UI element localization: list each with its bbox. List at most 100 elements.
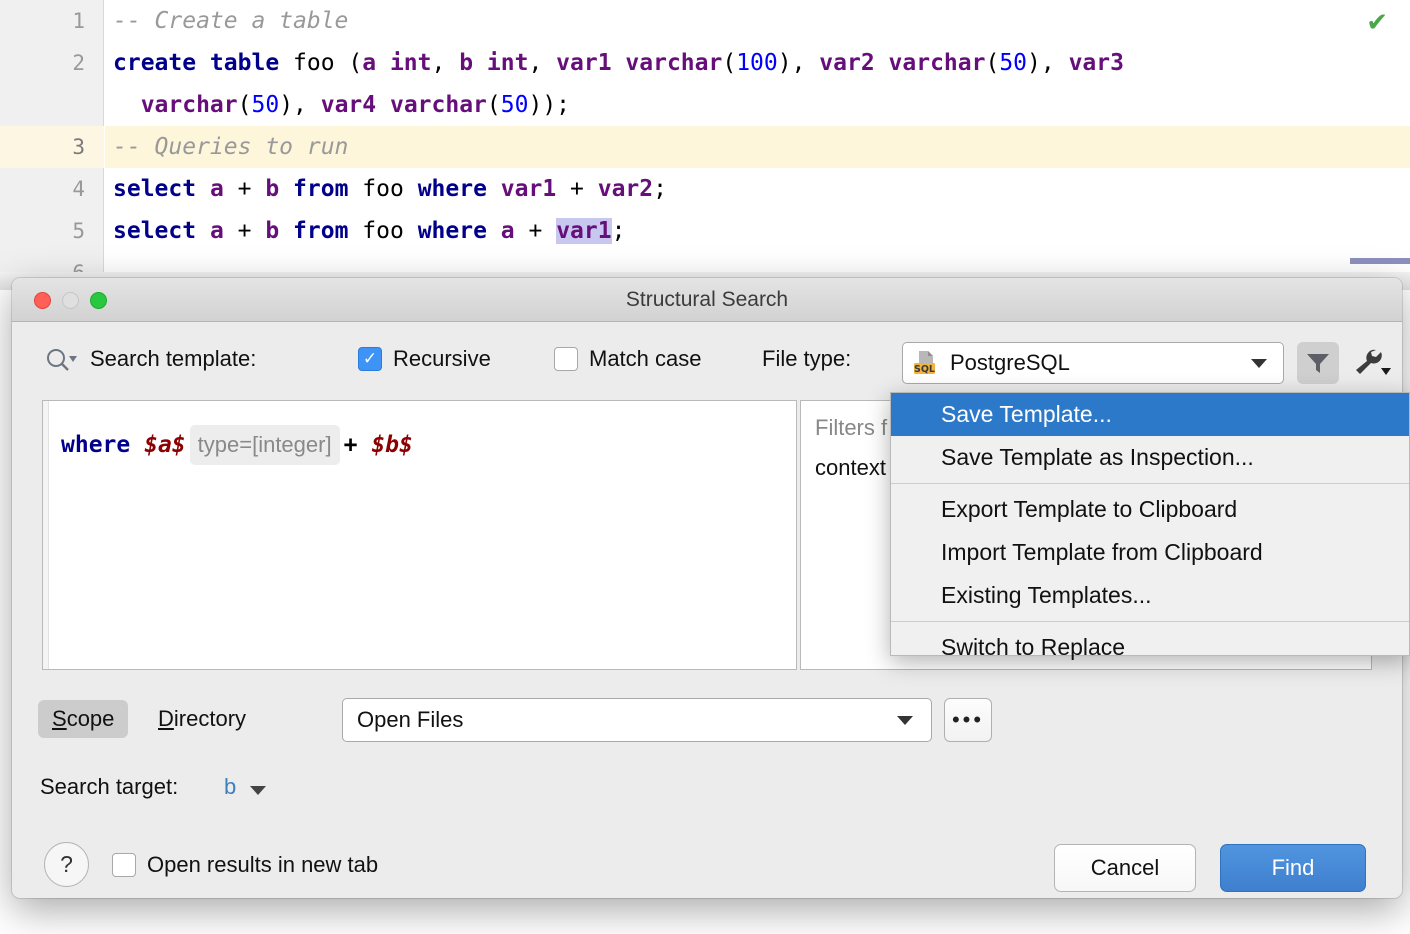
menu-item-import-template-from-clipboard[interactable]: Import Template from Clipboard: [891, 531, 1409, 574]
filters-context-label: context: [815, 455, 886, 481]
sql-text: (: [985, 50, 999, 76]
line-number: 2: [72, 42, 85, 84]
code-line-2-wrap: varchar(50), var4 varchar(50));: [113, 84, 570, 126]
sql-keyword: select: [113, 176, 196, 202]
file-type-dropdown[interactable]: SQL PostgreSQL: [902, 342, 1284, 384]
match-case-label: Match case: [589, 346, 702, 372]
dialog-title-bar[interactable]: Structural Search: [12, 278, 1402, 322]
template-operator: +: [344, 428, 358, 462]
menu-separator: [891, 483, 1409, 484]
sql-file-icon: SQL: [912, 350, 938, 376]
sql-text: (: [238, 92, 252, 118]
template-filter-chip[interactable]: type=[integer]: [190, 425, 340, 465]
cancel-button[interactable]: Cancel: [1054, 844, 1196, 892]
search-template-editor[interactable]: where $a$type=[integer]+ $b$: [42, 400, 797, 670]
sql-comment: -- Create a table: [113, 8, 348, 34]
code-line-3: -- Queries to run: [113, 126, 348, 168]
search-icon[interactable]: [45, 348, 77, 377]
sql-column: a: [196, 176, 238, 202]
sql-text: ),: [1027, 50, 1069, 76]
menu-item-save-template[interactable]: Save Template...: [891, 393, 1409, 436]
sql-column: b int: [459, 50, 528, 76]
sql-operator: +: [238, 176, 252, 202]
sql-keyword: select: [113, 218, 196, 244]
sql-number: 50: [501, 92, 529, 118]
sql-keyword: where: [418, 176, 487, 202]
help-button[interactable]: ?: [44, 842, 89, 887]
match-case-checkbox[interactable]: Match case: [554, 346, 702, 372]
search-template-label: Search template:: [90, 346, 256, 372]
template-variable-b[interactable]: $b$: [371, 428, 413, 462]
menu-item-save-template-as-inspection[interactable]: Save Template as Inspection...: [891, 436, 1409, 479]
check-mark-icon[interactable]: ✔: [1366, 10, 1388, 36]
editor-code-area[interactable]: -- Create a table create table foo (a in…: [105, 0, 1410, 290]
filter-funnel-icon[interactable]: [1297, 342, 1339, 384]
svg-text:SQL: SQL: [914, 364, 935, 375]
sql-text: ));: [528, 92, 570, 118]
sql-text: foo: [348, 176, 417, 202]
sql-operator: +: [570, 176, 584, 202]
checkbox-box: ✓: [358, 347, 382, 371]
directory-tab[interactable]: Directory: [152, 700, 252, 738]
sql-text: foo: [348, 218, 417, 244]
recursive-checkbox[interactable]: ✓ Recursive: [358, 346, 491, 372]
template-pattern: where $a$type=[integer]+ $b$: [61, 425, 413, 465]
sql-text: ),: [778, 50, 820, 76]
find-button[interactable]: Find: [1220, 844, 1366, 892]
open-results-in-new-tab-checkbox[interactable]: Open results in new tab: [112, 852, 378, 878]
search-target-value[interactable]: b: [224, 774, 236, 800]
scope-dropdown[interactable]: Open Files: [342, 698, 932, 742]
sql-text: ),: [279, 92, 321, 118]
chevron-down-icon: [1251, 359, 1267, 368]
sql-selected-token: var1: [556, 218, 611, 244]
sql-number: 50: [999, 50, 1027, 76]
sql-column: b: [252, 218, 294, 244]
recursive-label: Recursive: [393, 346, 491, 372]
menu-item-switch-to-replace[interactable]: Switch to Replace: [891, 626, 1409, 669]
sql-operator: +: [238, 218, 252, 244]
sql-editor[interactable]: 1 2 3 4 5 6 -- Create a table create tab…: [0, 0, 1410, 290]
gutter-current-line-highlight: [0, 126, 104, 168]
scope-tab[interactable]: Scope: [38, 700, 128, 738]
editor-scrollbar-thumb[interactable]: [1350, 258, 1410, 264]
sql-number: 100: [736, 50, 778, 76]
line-number: 5: [72, 210, 85, 252]
file-type-label: File type:: [762, 346, 851, 372]
search-target-row: Search target: b: [12, 774, 1402, 824]
editor-line-number-gutter: 1 2 3 4 5 6: [0, 0, 104, 290]
checkbox-box: [554, 347, 578, 371]
menu-item-existing-templates[interactable]: Existing Templates...: [891, 574, 1409, 617]
sql-text: foo (: [279, 50, 362, 76]
sql-column: var3: [1069, 50, 1124, 76]
search-target-label: Search target:: [40, 774, 178, 800]
file-type-value: PostgreSQL: [950, 350, 1070, 376]
scope-more-button[interactable]: •••: [944, 698, 992, 742]
chevron-down-icon: [897, 716, 913, 725]
template-editor-gutter: [43, 401, 49, 669]
line-number: 4: [72, 168, 85, 210]
chevron-down-icon[interactable]: [250, 786, 266, 795]
template-variable-a[interactable]: $a$: [144, 428, 186, 462]
directory-tab-rest: irectory: [174, 706, 246, 731]
sql-keyword: from: [293, 176, 348, 202]
sql-keyword: create table: [113, 50, 279, 76]
line-number: 1: [72, 0, 85, 42]
sql-column: var2: [584, 176, 653, 202]
sql-text: ,: [432, 50, 460, 76]
dialog-title: Structural Search: [12, 278, 1402, 322]
sql-text: (: [487, 92, 501, 118]
code-line-5: select a + b from foo where a + var1;: [113, 210, 625, 252]
scope-row: Scope Directory Open Files •••: [12, 690, 1402, 752]
scope-value: Open Files: [357, 707, 463, 733]
search-template-header-row: Search template: ✓ Recursive Match case …: [12, 322, 1402, 396]
sql-number: 50: [251, 92, 279, 118]
sql-comment: -- Queries to run: [113, 134, 348, 160]
sql-operator: +: [528, 218, 542, 244]
sql-keyword: where: [418, 218, 487, 244]
code-line-4: select a + b from foo where var1 + var2;: [113, 168, 667, 210]
sql-column: a: [196, 218, 238, 244]
dialog-footer: ? Open results in new tab Cancel Find: [12, 840, 1402, 898]
scope-tab-mnemonic: S: [52, 706, 67, 731]
wrench-icon[interactable]: [1350, 342, 1396, 384]
menu-item-export-template-to-clipboard[interactable]: Export Template to Clipboard: [891, 488, 1409, 531]
